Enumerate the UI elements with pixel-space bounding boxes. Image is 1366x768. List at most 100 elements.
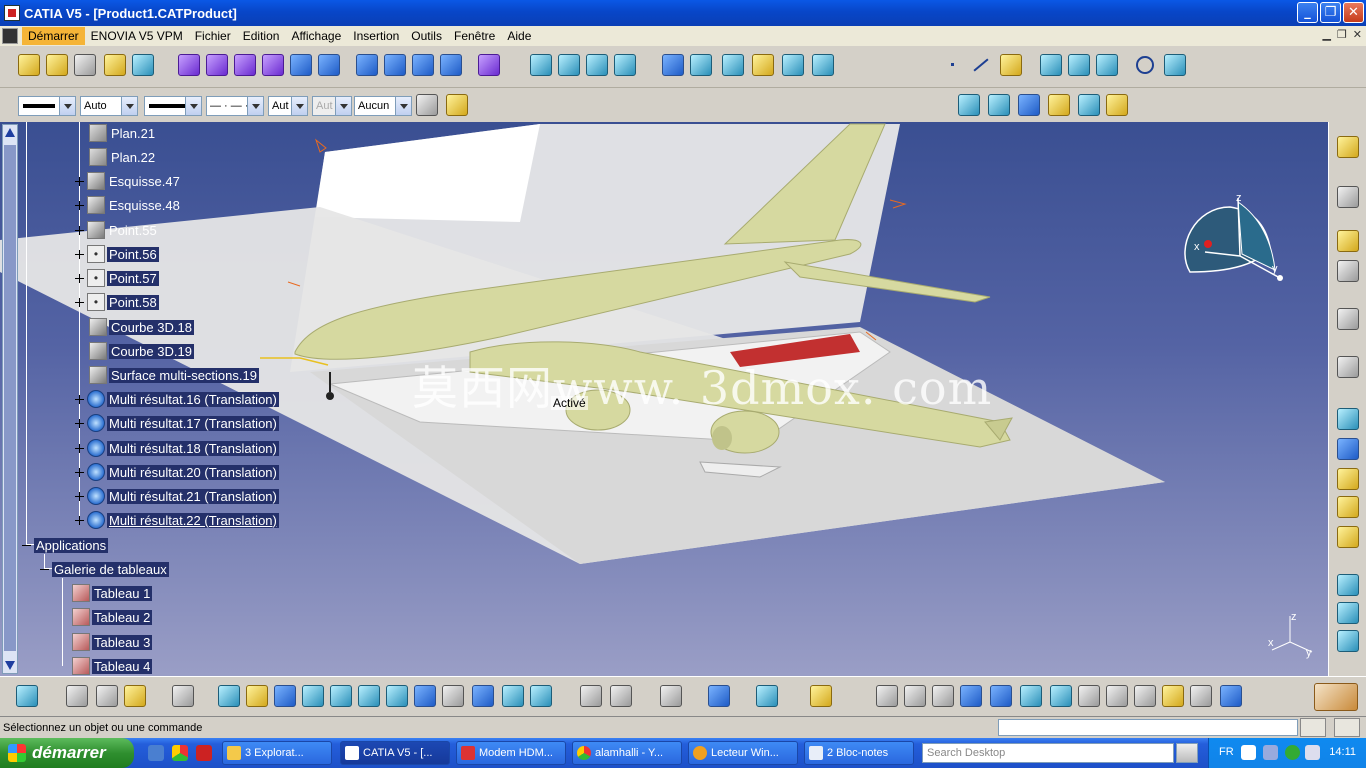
mdi-close-icon[interactable]: ✕	[1353, 28, 1362, 41]
tree-item[interactable]: Multi résultat.21 (Translation)	[75, 486, 279, 506]
spline-tool-icon[interactable]	[1164, 54, 1186, 76]
document-icon[interactable]	[2, 28, 18, 44]
multi-view-icon[interactable]	[414, 685, 436, 707]
normal-view-icon[interactable]	[386, 685, 408, 707]
collapse-icon[interactable]	[40, 565, 49, 574]
volume-icon[interactable]	[1305, 745, 1320, 760]
tree-table[interactable]: Tableau 3	[72, 632, 153, 652]
start-button[interactable]: démarrer	[0, 738, 134, 768]
measure-item-icon[interactable]	[1220, 685, 1242, 707]
tree-item[interactable]: Plan.21	[75, 123, 157, 143]
list-icon[interactable]	[1190, 685, 1212, 707]
menu-insertion[interactable]: Insertion	[347, 27, 405, 45]
dimension-icon[interactable]	[66, 685, 88, 707]
tree-item[interactable]: Multi résultat.22 (Translation)	[75, 510, 279, 530]
circle-tool-icon[interactable]	[1136, 56, 1154, 74]
compass-axis-icon[interactable]	[932, 685, 954, 707]
section-icon[interactable]	[1020, 685, 1042, 707]
hand-icon[interactable]	[904, 685, 926, 707]
database-icon[interactable]	[96, 685, 118, 707]
line-type-combo[interactable]: — · — ·	[206, 96, 264, 116]
search-icon[interactable]	[1176, 743, 1198, 763]
surface-analysis-icon[interactable]	[1048, 94, 1070, 116]
law-icon[interactable]	[722, 54, 744, 76]
pattern-icon[interactable]	[662, 54, 684, 76]
expand-icon[interactable]	[75, 443, 84, 453]
expand-icon[interactable]	[75, 515, 84, 525]
expand-icon[interactable]	[75, 394, 84, 404]
light-icon[interactable]	[1162, 685, 1184, 707]
extrude-icon[interactable]	[178, 54, 200, 76]
cylinder-icon[interactable]	[262, 54, 284, 76]
parallel-curve-icon[interactable]	[752, 54, 774, 76]
command-cancel-button[interactable]	[1334, 718, 1360, 737]
menu-fichier[interactable]: Fichier	[189, 27, 237, 45]
sketch-tool-icon[interactable]	[18, 54, 40, 76]
snap-icon[interactable]	[1337, 630, 1359, 652]
tree-item[interactable]: Courbe 3D.18	[75, 317, 194, 337]
pcs-icon[interactable]	[1337, 186, 1359, 208]
tree-item[interactable]: Point.55	[75, 220, 159, 240]
layer-combo[interactable]: Aucun	[354, 96, 412, 116]
language-indicator[interactable]: FR	[1219, 746, 1234, 758]
menu-affichage[interactable]: Affichage	[285, 27, 347, 45]
sphere-icon[interactable]	[234, 54, 256, 76]
point-type-combo[interactable]: Aut	[268, 96, 308, 116]
command-validate-button[interactable]	[1300, 718, 1326, 737]
tree-gallery[interactable]: Galerie de tableaux	[40, 559, 169, 579]
blend-icon[interactable]	[412, 54, 434, 76]
network-icon[interactable]	[1263, 745, 1278, 760]
bottle-icon[interactable]	[124, 685, 146, 707]
expand-icon[interactable]	[75, 467, 84, 477]
extrapolate-icon[interactable]	[690, 54, 712, 76]
clash-icon[interactable]	[1106, 685, 1128, 707]
spec-tree-icon[interactable]	[1134, 685, 1156, 707]
select-arrow-icon[interactable]	[1337, 230, 1359, 252]
expand-icon[interactable]	[75, 418, 84, 428]
cube-icon[interactable]	[1050, 685, 1072, 707]
grid-icon[interactable]	[990, 685, 1012, 707]
task-media-player[interactable]: Lecteur Win...	[688, 741, 798, 765]
open-body-icon[interactable]	[74, 54, 96, 76]
collapse-icon[interactable]	[22, 541, 31, 550]
positioned-sketch-icon[interactable]	[46, 54, 68, 76]
scroll-up-icon[interactable]	[5, 128, 15, 137]
close-button[interactable]: ✕	[1343, 2, 1364, 23]
show-desktop-icon[interactable]	[148, 745, 164, 761]
connect-checker-icon[interactable]	[1078, 94, 1100, 116]
task-explorer[interactable]: 3 Explorat...	[222, 741, 332, 765]
combine-icon[interactable]	[1068, 54, 1090, 76]
tree-item[interactable]: Esquisse.48	[75, 195, 182, 215]
distance-icon[interactable]	[1078, 685, 1100, 707]
tree-item[interactable]: Point.58	[75, 292, 159, 312]
task-modem[interactable]: Modem HDM...	[456, 741, 566, 765]
measure-icon[interactable]	[1337, 260, 1359, 282]
expand-icon[interactable]	[75, 273, 84, 283]
tree-item[interactable]: Point.57	[75, 268, 159, 288]
task-catia[interactable]: CATIA V5 - [...	[340, 741, 450, 765]
fillet-icon[interactable]	[558, 54, 580, 76]
tree-item[interactable]: Courbe 3D.19	[75, 341, 194, 361]
undo-icon[interactable]	[876, 685, 898, 707]
fit-all-icon[interactable]	[246, 685, 268, 707]
menu-outils[interactable]: Outils	[405, 27, 448, 45]
expand-icon[interactable]	[75, 200, 84, 210]
tree-icon[interactable]	[960, 685, 982, 707]
zoom-out-icon[interactable]	[358, 685, 380, 707]
expand-icon[interactable]	[75, 297, 84, 307]
axis-system-icon[interactable]	[756, 685, 778, 707]
tree-item[interactable]: Multi résultat.17 (Translation)	[75, 413, 279, 433]
extract-icon[interactable]	[530, 54, 552, 76]
analysis-icon[interactable]	[958, 94, 980, 116]
fly-mode-icon[interactable]	[218, 685, 240, 707]
command-input[interactable]	[998, 719, 1298, 736]
paste-icon[interactable]	[610, 685, 632, 707]
pan-icon[interactable]	[274, 685, 296, 707]
translate-icon[interactable]	[586, 54, 608, 76]
update-icon[interactable]	[16, 685, 38, 707]
revolve-icon[interactable]	[206, 54, 228, 76]
expand-icon[interactable]	[75, 249, 84, 259]
constraint-icon[interactable]	[1337, 574, 1359, 596]
tree-item[interactable]: Multi résultat.20 (Translation)	[75, 462, 279, 482]
restore-button[interactable]: ❐	[1320, 2, 1341, 23]
